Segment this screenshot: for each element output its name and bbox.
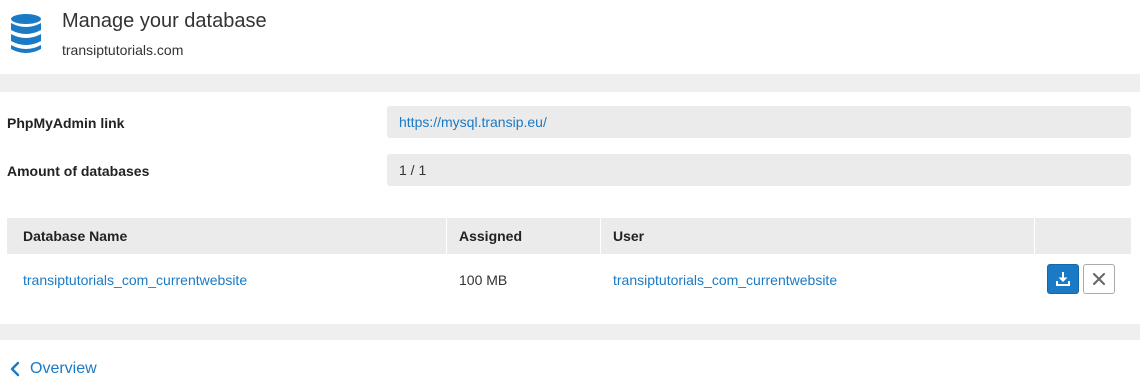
column-header-database-name: Database Name xyxy=(23,228,128,244)
phpmyadmin-link[interactable]: https://mysql.transip.eu/ xyxy=(399,114,547,130)
download-backup-button[interactable] xyxy=(1047,264,1079,294)
amount-field: 1 / 1 xyxy=(387,154,1131,186)
assigned-cell: 100 MB xyxy=(459,272,508,288)
close-icon xyxy=(1093,273,1105,285)
chevron-left-icon xyxy=(10,361,20,377)
user-cell: transiptutorials_com_currentwebsite xyxy=(613,254,837,306)
column-header-assigned: Assigned xyxy=(459,228,523,244)
database-name-cell: transiptutorials_com_currentwebsite xyxy=(23,254,247,306)
delete-database-button[interactable] xyxy=(1083,264,1115,294)
amount-label: Amount of databases xyxy=(7,163,150,179)
download-icon xyxy=(1056,272,1070,286)
amount-value: 1 / 1 xyxy=(399,162,427,178)
database-icon xyxy=(11,14,41,53)
column-header-user: User xyxy=(613,228,645,244)
column-divider xyxy=(446,218,447,254)
table-row: transiptutorials_com_currentwebsite 100 … xyxy=(7,254,1131,306)
page-title: Manage your database xyxy=(62,10,267,32)
database-table: Database Name Assigned User transiptutor… xyxy=(7,218,1131,306)
database-name-link[interactable]: transiptutorials_com_currentwebsite xyxy=(23,272,247,288)
page-header: Manage your database transiptutorials.co… xyxy=(0,0,1140,74)
phpmyadmin-label: PhpMyAdmin link xyxy=(7,115,125,131)
table-header: Database Name Assigned User xyxy=(7,218,1131,254)
domain-name: transiptutorials.com xyxy=(62,42,184,58)
back-label: Overview xyxy=(30,360,97,377)
phpmyadmin-field: https://mysql.transip.eu/ xyxy=(387,106,1131,138)
section-divider xyxy=(0,74,1140,92)
database-user-link[interactable]: transiptutorials_com_currentwebsite xyxy=(613,272,837,288)
column-divider xyxy=(600,218,601,254)
section-divider xyxy=(0,324,1140,340)
column-divider xyxy=(1034,218,1035,254)
back-to-overview-link[interactable]: Overview xyxy=(10,358,97,380)
